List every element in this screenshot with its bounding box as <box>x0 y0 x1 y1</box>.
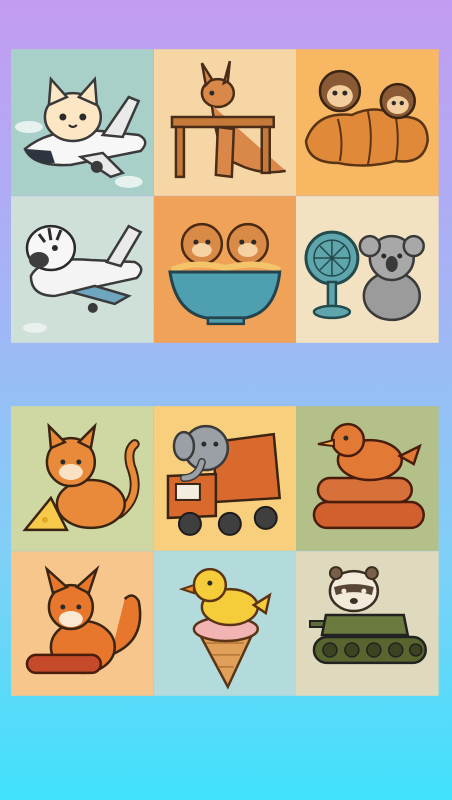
kangaroo-table-icon <box>153 49 297 196</box>
zebra-airplane-icon <box>11 196 154 343</box>
tile-duck-ice-cream[interactable] <box>153 551 297 696</box>
fox-sausage-icon <box>11 551 154 696</box>
hamsters-noodle-bowl-icon <box>153 196 297 343</box>
tiger-cat-cheese-icon <box>11 406 154 551</box>
tile-elephant-truck[interactable] <box>153 406 297 551</box>
tile-cat-airplane[interactable] <box>11 49 154 196</box>
tile-fox-sausage[interactable] <box>11 551 154 696</box>
ferret-tank-icon <box>296 551 439 696</box>
puzzle-board-bottom <box>11 406 439 696</box>
tile-hamsters-noodle-bowl[interactable] <box>153 196 297 343</box>
cat-airplane-icon <box>11 49 154 196</box>
tile-ferret-tank[interactable] <box>296 551 439 696</box>
tile-tiger-cat-cheese[interactable] <box>11 406 154 551</box>
tile-kangaroo-table[interactable] <box>153 49 297 196</box>
puzzle-board-top <box>11 49 439 343</box>
tile-bird-sausages[interactable] <box>296 406 439 551</box>
tile-monkeys-croissant[interactable] <box>296 49 439 196</box>
monkeys-croissant-icon <box>296 49 439 196</box>
tile-zebra-airplane[interactable] <box>11 196 154 343</box>
elephant-truck-icon <box>153 406 297 551</box>
tile-koala-fan[interactable] <box>296 196 439 343</box>
koala-fan-icon <box>296 196 439 343</box>
duck-ice-cream-icon <box>153 551 297 696</box>
bird-sausages-icon <box>296 406 439 551</box>
